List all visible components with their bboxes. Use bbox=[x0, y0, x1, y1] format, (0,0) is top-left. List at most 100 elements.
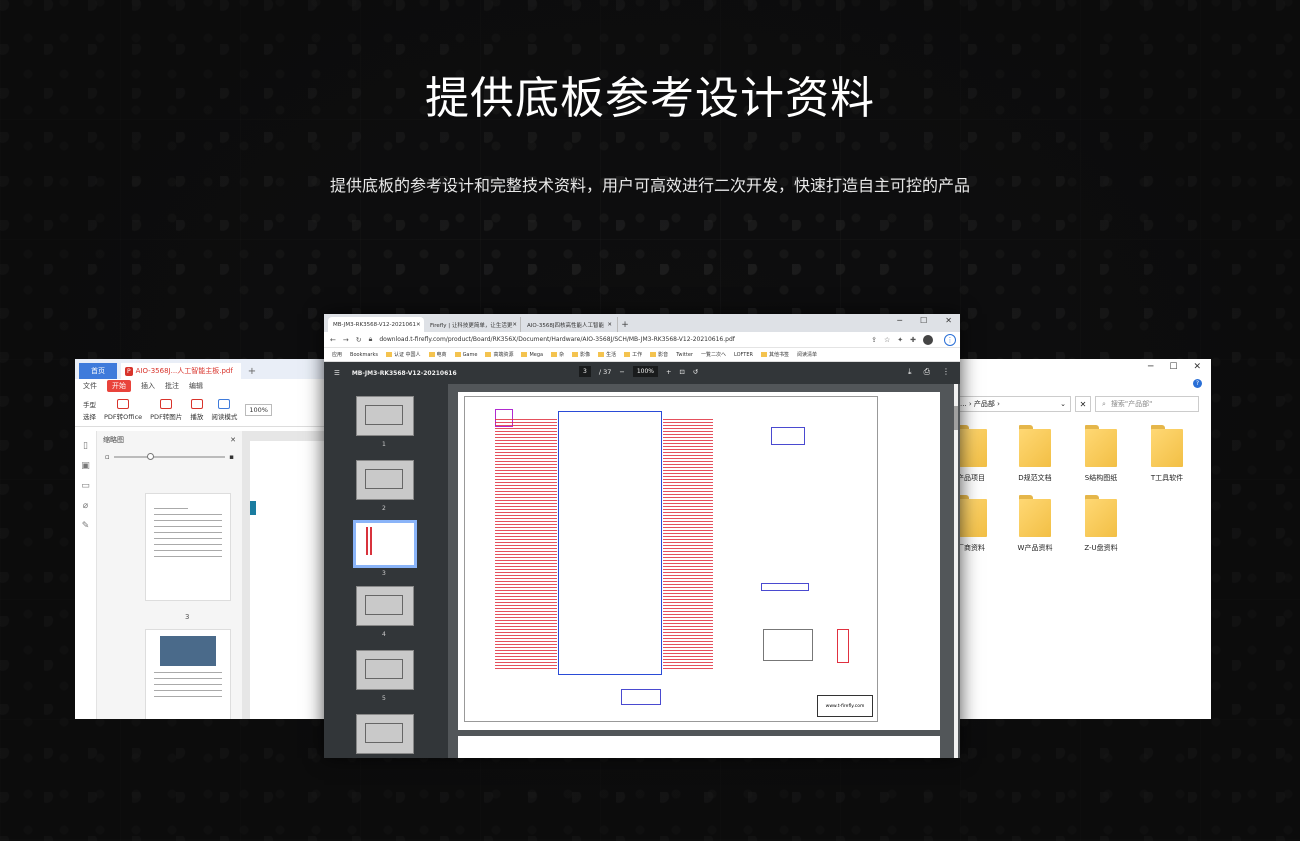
forward-icon[interactable]: → bbox=[343, 336, 349, 344]
bookmark-item[interactable]: Bookmarks bbox=[350, 352, 378, 358]
bookmark-item[interactable]: 影像 bbox=[572, 351, 590, 358]
page-number-input[interactable]: 3 bbox=[579, 366, 591, 377]
bookmark-item[interactable]: 生活 bbox=[598, 351, 616, 358]
zoom-in-icon[interactable]: + bbox=[666, 368, 671, 376]
folder-item[interactable]: D规范文档 bbox=[1005, 425, 1065, 483]
pdf-thumbnail[interactable] bbox=[356, 396, 414, 436]
extension-icon[interactable]: ✦ bbox=[897, 336, 903, 344]
print-icon[interactable]: ⎙ bbox=[924, 367, 930, 377]
download-icon[interactable]: ⤓ bbox=[908, 367, 912, 377]
menu-item-start[interactable]: 开始 bbox=[107, 380, 131, 392]
pdf-to-office-button[interactable]: PDF转Office bbox=[104, 398, 142, 421]
rotate-icon[interactable]: ↺ bbox=[693, 368, 698, 376]
url-field[interactable]: download.t-firefly.com/product/Board/RK3… bbox=[379, 336, 864, 343]
browser-tab[interactable]: MB-JM3-RK3568-V12-2021061 ✕ bbox=[328, 317, 424, 332]
folder-item[interactable]: 厂商资料 bbox=[955, 495, 1001, 553]
address-bar[interactable]: ... › 产品部 › ⌄ bbox=[955, 396, 1071, 412]
folder-item[interactable]: W产品资料 bbox=[1005, 495, 1065, 553]
thumbnail-size-slider[interactable]: ▫ ▪ bbox=[97, 449, 242, 465]
close-icon[interactable]: ✕ bbox=[416, 322, 421, 328]
pdf-page-view[interactable]: www.t-firefly.com bbox=[448, 384, 960, 758]
close-icon[interactable]: ✕ bbox=[512, 322, 517, 328]
comment-icon[interactable]: ▭ bbox=[81, 481, 90, 491]
bookmark-item[interactable]: 电商 bbox=[428, 351, 447, 358]
folder-item[interactable]: Z-U盘资料 bbox=[1071, 495, 1131, 553]
menu-icon[interactable]: ☰ bbox=[334, 369, 340, 377]
new-tab-button[interactable]: + bbox=[619, 317, 631, 332]
thumbnail-icon[interactable]: ▣ bbox=[81, 461, 90, 471]
play-button[interactable]: 播放 bbox=[190, 398, 203, 421]
close-icon[interactable]: ✕ bbox=[607, 322, 612, 328]
back-icon[interactable]: ← bbox=[330, 336, 336, 344]
folder-item[interactable]: S结构图纸 bbox=[1071, 425, 1131, 483]
help-icon[interactable]: ? bbox=[1193, 379, 1202, 388]
read-mode-button[interactable]: 阅读模式 bbox=[211, 398, 237, 421]
menu-item-file[interactable]: 文件 bbox=[83, 381, 97, 391]
minimize-icon[interactable]: ─ bbox=[897, 316, 902, 325]
bookmark-item[interactable]: 其他书签 bbox=[761, 351, 789, 358]
scrollbar[interactable] bbox=[954, 384, 958, 758]
chevron-down-icon[interactable]: ⌄ bbox=[1060, 400, 1066, 408]
pdf-thumbnail[interactable] bbox=[356, 460, 414, 500]
browser-tab[interactable]: AIO-3568J四核高性能人工智能 ✕ bbox=[522, 317, 618, 332]
thumbnail-page[interactable] bbox=[145, 493, 231, 601]
bookmark-item[interactable]: 一覧二次へ bbox=[701, 351, 726, 358]
zoom-select[interactable]: 100% bbox=[245, 403, 272, 416]
menu-item-insert[interactable]: 插入 bbox=[141, 381, 155, 391]
reload-icon[interactable]: ↻ bbox=[356, 336, 362, 344]
attachment-icon[interactable]: ⌀ bbox=[83, 501, 88, 511]
avatar[interactable] bbox=[923, 334, 933, 345]
bookmark-item[interactable]: 工作 bbox=[624, 351, 642, 358]
bookmark-item[interactable]: Twitter bbox=[676, 352, 693, 358]
bookmark-icon[interactable]: ▯ bbox=[83, 441, 88, 451]
bookmark-item[interactable]: 阅读清单 bbox=[797, 351, 817, 358]
folder-item[interactable]: 产品项目 bbox=[955, 425, 1001, 483]
zoom-out-icon[interactable]: − bbox=[619, 368, 624, 376]
fit-page-icon[interactable]: ⊡ bbox=[679, 368, 684, 376]
document-view[interactable] bbox=[242, 431, 335, 719]
search-input[interactable]: ⌕ 搜索"产品部" bbox=[1095, 396, 1199, 412]
slider-handle[interactable] bbox=[147, 453, 155, 460]
slider-track[interactable] bbox=[113, 453, 226, 460]
add-tab-button[interactable]: + bbox=[245, 365, 259, 379]
bookmark-item[interactable]: 认证 中国人 bbox=[385, 351, 421, 358]
share-icon[interactable]: ⇪ bbox=[871, 336, 877, 344]
close-icon[interactable]: ✕ bbox=[230, 436, 236, 444]
puzzle-icon[interactable]: ✚ bbox=[910, 336, 916, 344]
zoom-input[interactable]: 100% bbox=[632, 366, 658, 377]
pdf-thumbnail[interactable] bbox=[356, 586, 414, 626]
pdf-thumbnail-selected[interactable] bbox=[353, 520, 417, 568]
bookmark-item[interactable]: 影音 bbox=[650, 351, 668, 358]
clear-address-button[interactable]: ✕ bbox=[1075, 396, 1091, 412]
lock-icon[interactable]: 🔒︎ bbox=[369, 335, 373, 344]
close-icon[interactable]: ✕ bbox=[1193, 362, 1201, 372]
pdf-thumbnail[interactable] bbox=[356, 714, 414, 754]
maximize-icon[interactable]: ☐ bbox=[1169, 362, 1177, 372]
bookmark-item[interactable]: 高端资源 bbox=[485, 351, 513, 358]
minimize-icon[interactable]: ─ bbox=[1148, 362, 1153, 372]
bookmark-item[interactable]: Mega bbox=[521, 352, 543, 358]
bookmark-item[interactable]: Game bbox=[454, 352, 477, 358]
select-tool-label[interactable]: 选择 bbox=[83, 411, 96, 421]
thumbnail-page[interactable] bbox=[145, 629, 231, 719]
bookmark-label: 一覧二次へ bbox=[700, 352, 726, 358]
star-icon[interactable]: ☆ bbox=[884, 336, 890, 344]
window-controls: ─ ☐ ✕ bbox=[955, 359, 1211, 375]
browser-tab[interactable]: Firefly | 让科技更简单，让生活更 ✕ bbox=[425, 317, 521, 332]
folder-item[interactable]: T工具软件 bbox=[1137, 425, 1197, 483]
more-menu-icon[interactable]: ⋮ bbox=[944, 333, 956, 346]
menu-item-annotate[interactable]: 批注 bbox=[165, 381, 179, 391]
sign-icon[interactable]: ✎ bbox=[82, 521, 90, 531]
bookmark-item[interactable]: 杂 bbox=[551, 351, 564, 358]
tab-home[interactable]: 首页 bbox=[79, 363, 117, 379]
maximize-icon[interactable]: ☐ bbox=[920, 316, 927, 325]
close-icon[interactable]: ✕ bbox=[945, 316, 952, 325]
bookmark-item[interactable]: 应用 bbox=[332, 351, 342, 358]
bookmark-item[interactable]: LOFTER bbox=[734, 352, 753, 358]
pdf-thumbnail[interactable] bbox=[356, 650, 414, 690]
hand-tool-button[interactable]: 手型 选择 bbox=[83, 399, 96, 421]
pdf-to-image-button[interactable]: PDF转图片 bbox=[150, 398, 182, 421]
menu-item-edit[interactable]: 编辑 bbox=[189, 381, 203, 391]
tab-pdf-file[interactable]: P AIO-3568J...人工智能主板.pdf bbox=[121, 363, 241, 379]
more-vertical-icon[interactable]: ⋮ bbox=[942, 367, 950, 377]
